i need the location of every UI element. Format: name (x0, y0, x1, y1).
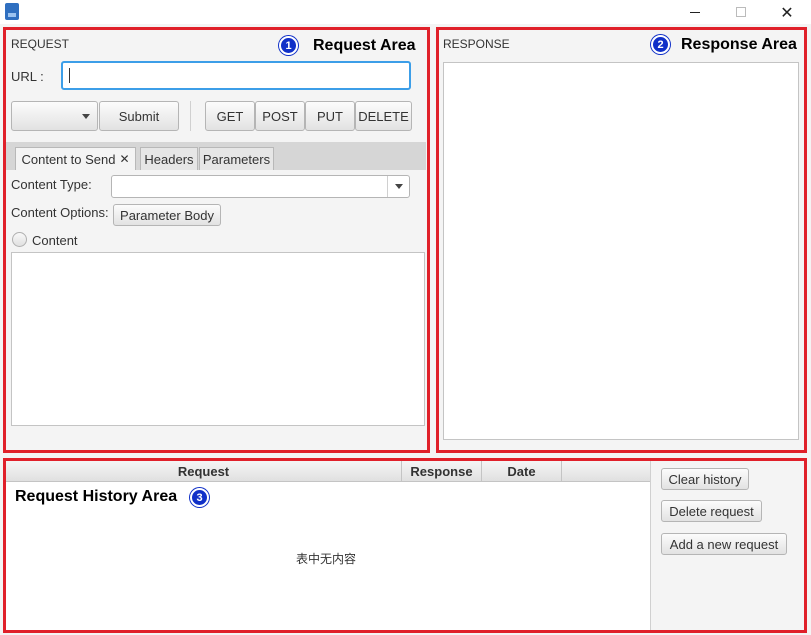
content-type-label: Content Type: (11, 177, 92, 192)
chevron-down-icon (75, 102, 97, 130)
history-table[interactable]: Request Response Date 表中无内容 (6, 460, 650, 630)
column-response[interactable]: Response (402, 460, 482, 482)
delete-button[interactable]: DELETE (355, 101, 412, 131)
put-button[interactable]: PUT (305, 101, 355, 131)
clear-history-button[interactable]: Clear history (661, 468, 749, 490)
maximize-button[interactable] (718, 0, 764, 24)
minimize-icon (690, 11, 700, 13)
annotation-badge-1: 1 (279, 36, 298, 55)
chevron-down-icon (387, 176, 409, 197)
tab-headers[interactable]: Headers (140, 147, 198, 170)
close-button[interactable]: ✕ (764, 0, 810, 24)
title-bar: ✕ (0, 0, 811, 24)
tab-content-to-send[interactable]: Content to Send ✕ (15, 147, 136, 170)
content-textarea[interactable] (11, 252, 425, 426)
parameter-body-button[interactable]: Parameter Body (113, 204, 221, 226)
toolbar-separator (190, 101, 191, 131)
annotation-badge-2: 2 (651, 35, 670, 54)
tab-label: Content to Send (21, 151, 116, 167)
minimize-button[interactable] (672, 0, 718, 24)
maximize-icon (736, 7, 746, 17)
content-radio[interactable] (12, 232, 27, 247)
column-request[interactable]: Request (6, 460, 402, 482)
app-icon (5, 3, 19, 20)
close-icon: ✕ (780, 2, 794, 22)
get-button[interactable]: GET (205, 101, 255, 131)
content-options-label: Content Options: (11, 205, 109, 220)
tab-close-icon[interactable]: ✕ (119, 152, 129, 166)
history-area-title: Request History Area (15, 488, 178, 505)
content-radio-label: Content (32, 233, 78, 248)
post-button[interactable]: POST (255, 101, 305, 131)
request-area-title: Request Area (313, 37, 416, 54)
empty-table-message: 表中无内容 (296, 552, 357, 566)
response-textarea[interactable] (443, 62, 799, 440)
column-date[interactable]: Date (482, 460, 562, 482)
url-input[interactable] (61, 61, 411, 90)
response-section-label: RESPONSE (443, 37, 510, 51)
tab-parameters[interactable]: Parameters (199, 147, 274, 170)
add-request-button[interactable]: Add a new request (661, 533, 787, 555)
content-type-select[interactable] (111, 175, 410, 198)
submit-button[interactable]: Submit (99, 101, 179, 131)
request-section-label: REQUEST (11, 37, 70, 51)
history-actions: Clear history Delete request Add a new r… (650, 460, 806, 630)
delete-request-button[interactable]: Delete request (661, 500, 762, 522)
response-area-title: Response Area (681, 36, 797, 53)
annotation-badge-3: 3 (190, 488, 209, 507)
text-caret (69, 68, 70, 83)
url-label: URL : (11, 69, 44, 84)
request-tabs: Content to Send ✕ Headers Parameters (6, 142, 426, 170)
method-select[interactable] (11, 101, 98, 131)
table-header: Request Response Date (6, 460, 650, 482)
